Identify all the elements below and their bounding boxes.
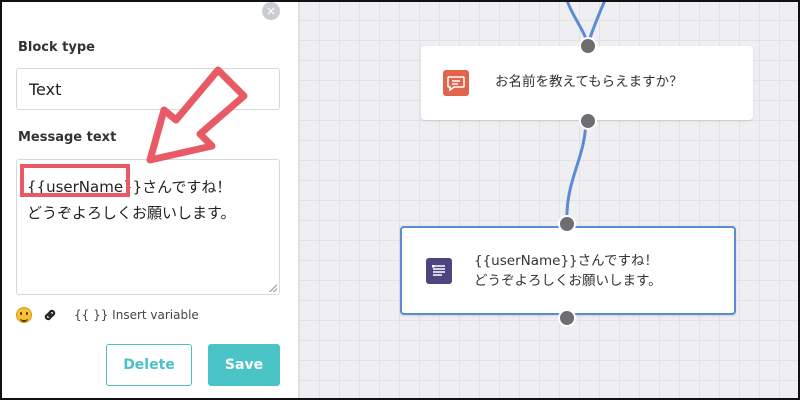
screenshot-border [0,0,800,400]
